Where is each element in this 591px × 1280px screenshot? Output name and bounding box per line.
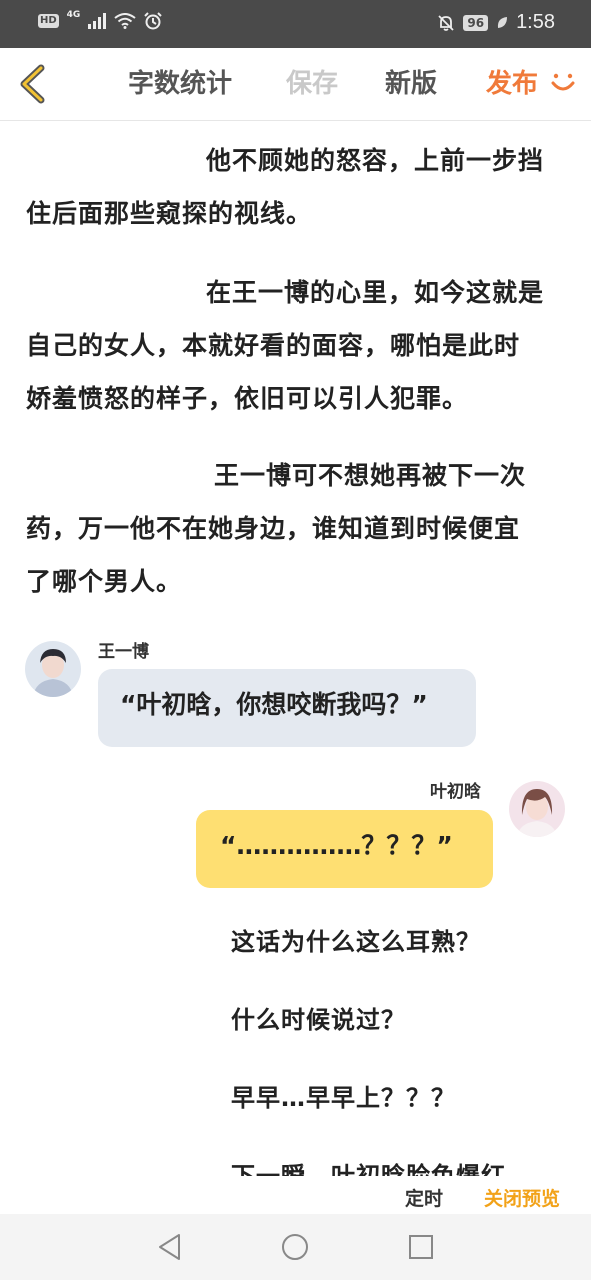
status-left: HD 4G — [38, 10, 163, 30]
save-button[interactable]: 保存 — [286, 68, 338, 100]
paragraph-3-line-3: 了哪个男人。 — [26, 567, 183, 596]
narration-line-3: 早早…早早上？？？ — [231, 1084, 456, 1112]
paragraph-1-line-2: 住后面那些窥探的视线。 — [26, 199, 313, 228]
speaker-name-left: 王一博 — [98, 642, 149, 662]
nav-back-icon[interactable] — [155, 1232, 185, 1262]
smile-icon — [551, 73, 575, 91]
nav-recents-icon[interactable] — [406, 1232, 436, 1262]
new-version-button[interactable]: 新版 — [385, 68, 437, 100]
dialogue-bubble-right[interactable]: “……………？？？” — [196, 810, 493, 888]
publish-button[interactable]: 发布 — [486, 68, 538, 100]
speaker-name-right: 叶初晗 — [430, 782, 481, 802]
paragraph-3: 王一博可不想她再被下一次 药，万一他不在她身边，谁知道到时候便宜 了哪个男人。 — [26, 449, 566, 608]
avatar-portrait-icon — [509, 781, 565, 837]
dialogue-text-right: “……………？？？” — [220, 831, 453, 860]
signal-icon — [88, 13, 107, 29]
avatar-wang-yibo[interactable] — [25, 641, 81, 697]
dialogue-bubble-left[interactable]: “叶初晗，你想咬断我吗？” — [98, 669, 476, 747]
dialogue-text-left: “叶初晗，你想咬断我吗？” — [120, 690, 428, 719]
nav-home-icon[interactable] — [280, 1232, 310, 1262]
leaf-icon — [497, 16, 508, 28]
paragraph-1: 他不顾她的怒容，上前一步挡 住后面那些窥探的视线。 — [26, 134, 566, 240]
network-type: 4G — [66, 10, 81, 20]
paragraph-2-line-3: 娇羞愤怒的样子，依旧可以引人犯罪。 — [26, 384, 469, 413]
close-preview-button[interactable]: 关闭预览 — [484, 1184, 560, 1211]
paragraph-2: 在王一博的心里，如今这就是 自己的女人，本就好看的面容，哪怕是此时 娇羞愤怒的样… — [26, 266, 566, 425]
preview-actions: 定时 关闭预览 — [0, 1176, 591, 1214]
status-right: 96 1:58 — [437, 11, 555, 34]
paragraph-2-line-2: 自己的女人，本就好看的面容，哪怕是此时 — [26, 331, 521, 360]
system-nav-bar — [0, 1214, 591, 1280]
paragraph-3-line-2: 药，万一他不在她身边，谁知道到时候便宜 — [26, 514, 521, 543]
back-chevron-icon[interactable] — [14, 64, 50, 104]
battery-level: 96 — [463, 14, 489, 31]
wifi-icon — [114, 13, 136, 29]
narration-line-2: 什么时候说过？ — [231, 1006, 406, 1034]
narration-line-4: 下一瞬，叶初晗脸色爆红 — [231, 1162, 506, 1176]
story-preview[interactable]: 他不顾她的怒容，上前一步挡 住后面那些窥探的视线。 在王一博的心里，如今这就是 … — [0, 121, 591, 1176]
avatar-portrait-icon — [25, 641, 81, 697]
word-count-button[interactable]: 字数统计 — [128, 68, 232, 100]
paragraph-2-line-1: 在王一博的心里，如今这就是 — [206, 278, 545, 307]
hd-badge: HD — [38, 14, 59, 28]
mute-bell-icon — [438, 14, 454, 31]
clock: 1:58 — [516, 11, 555, 33]
schedule-button[interactable]: 定时 — [405, 1184, 443, 1211]
avatar-ye-chuhan[interactable] — [509, 781, 565, 837]
alarm-icon — [144, 12, 163, 30]
narration-line-1: 这话为什么这么耳熟？ — [231, 928, 481, 956]
paragraph-1-line-1: 他不顾她的怒容，上前一步挡 — [206, 146, 545, 175]
status-bar: HD 4G 96 1:58 — [0, 0, 591, 48]
editor-toolbar: 字数统计 保存 新版 发布 — [0, 48, 591, 121]
paragraph-3-line-1: 王一博可不想她再被下一次 — [214, 461, 527, 490]
